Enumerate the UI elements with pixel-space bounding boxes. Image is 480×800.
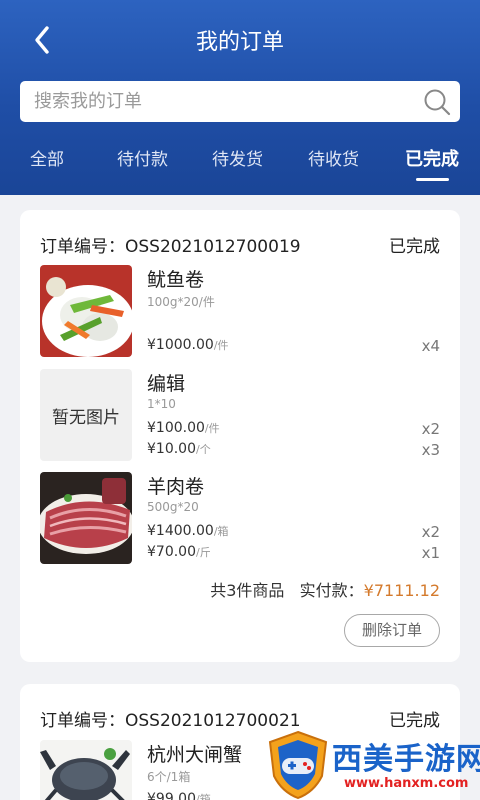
product-spec: 100g*20/件 <box>147 295 215 309</box>
quantity: x1 <box>421 544 440 562</box>
quantity: x2 <box>421 523 440 541</box>
tab-pending-receipt[interactable]: 待收货 <box>308 145 359 170</box>
product-name: 鱿鱼卷 <box>147 269 205 291</box>
price-unit: /个 <box>196 443 211 456</box>
watermark: 西美手游网 www.hanxm.com <box>266 730 480 800</box>
price-unit: /箱 <box>213 525 229 538</box>
page-title: 我的订单 <box>195 30 284 55</box>
order-status-tabs: 全部 待付款 待发货 待收货 已完成 <box>0 145 480 185</box>
quantity: x2 <box>421 420 440 438</box>
order-status: 已完成 <box>389 237 440 257</box>
price-unit: /件 <box>204 422 220 435</box>
order-number: 订单编号：OSS2021012700021 <box>40 711 301 731</box>
product-name: 羊肉卷 <box>147 476 205 498</box>
price-line: ¥10.00/个 <box>147 441 211 457</box>
search-box[interactable] <box>20 81 460 122</box>
price-unit: /件 <box>213 339 229 352</box>
item-count: 共3件商品 <box>210 581 285 600</box>
price-line: ¥99.00/箱 <box>147 791 211 800</box>
delete-order-button[interactable]: 删除订单 <box>344 614 440 647</box>
product-image-crab <box>40 740 132 800</box>
price: ¥70.00 <box>147 544 196 560</box>
product-name: 杭州大闸蟹 <box>147 744 243 766</box>
product-spec: 6个/1箱 <box>147 770 191 784</box>
order-summary: 共3件商品 实付款：¥7111.12 <box>210 577 440 601</box>
watermark-url: www.hanxm.com <box>344 776 469 791</box>
order-card: 订单编号：OSS2021012700019 已完成 鱿鱼卷 100g*20/件 … <box>20 210 460 662</box>
paid-label: 实付款： <box>299 581 364 600</box>
paid-amount: ¥7111.12 <box>363 581 440 600</box>
order-status: 已完成 <box>389 711 440 731</box>
price-line: ¥1000.00/件 <box>147 337 229 353</box>
price-line: ¥70.00/斤 <box>147 544 211 560</box>
tab-pending-payment[interactable]: 待付款 <box>117 145 168 170</box>
price: ¥1000.00 <box>147 337 214 353</box>
price-line: ¥1400.00/箱 <box>147 523 229 539</box>
product-spec: 1*10 <box>147 397 176 411</box>
watermark-text: 西美手游网 <box>332 742 480 777</box>
price-line: ¥100.00/件 <box>147 420 220 436</box>
product-image-squid-roll <box>40 265 132 357</box>
no-image-placeholder: 暂无图片 <box>40 369 132 461</box>
header-bar: 我的订单 全部 待付款 待发货 待收货 已完成 <box>0 0 480 195</box>
product-name: 编辑 <box>147 373 186 395</box>
tab-all[interactable]: 全部 <box>30 145 64 170</box>
search-icon[interactable] <box>422 87 452 117</box>
tab-completed[interactable]: 已完成 <box>405 145 459 171</box>
order-number: 订单编号：OSS2021012700019 <box>40 237 301 257</box>
order-item[interactable]: 羊肉卷 500g*20 ¥1400.00/箱 x2 ¥70.00/斤 x1 <box>20 472 460 564</box>
order-item[interactable]: 鱿鱼卷 100g*20/件 ¥1000.00/件 x4 <box>20 265 460 357</box>
order-item[interactable]: 暂无图片 编辑 1*10 ¥100.00/件 x2 ¥10.00/个 x3 <box>20 369 460 461</box>
quantity: x4 <box>421 337 440 355</box>
gamepad-shield-icon <box>268 730 328 800</box>
price: ¥99.00 <box>147 791 196 800</box>
price: ¥10.00 <box>147 441 196 457</box>
product-image-mutton-roll <box>40 472 132 564</box>
tab-pending-shipment[interactable]: 待发货 <box>212 145 263 170</box>
price-unit: /斤 <box>196 546 211 559</box>
search-input[interactable] <box>34 81 414 122</box>
quantity: x3 <box>421 441 440 459</box>
active-tab-indicator <box>416 178 449 181</box>
price-unit: /箱 <box>196 793 211 800</box>
product-spec: 500g*20 <box>147 500 199 514</box>
price: ¥100.00 <box>147 420 205 436</box>
price: ¥1400.00 <box>147 523 214 539</box>
